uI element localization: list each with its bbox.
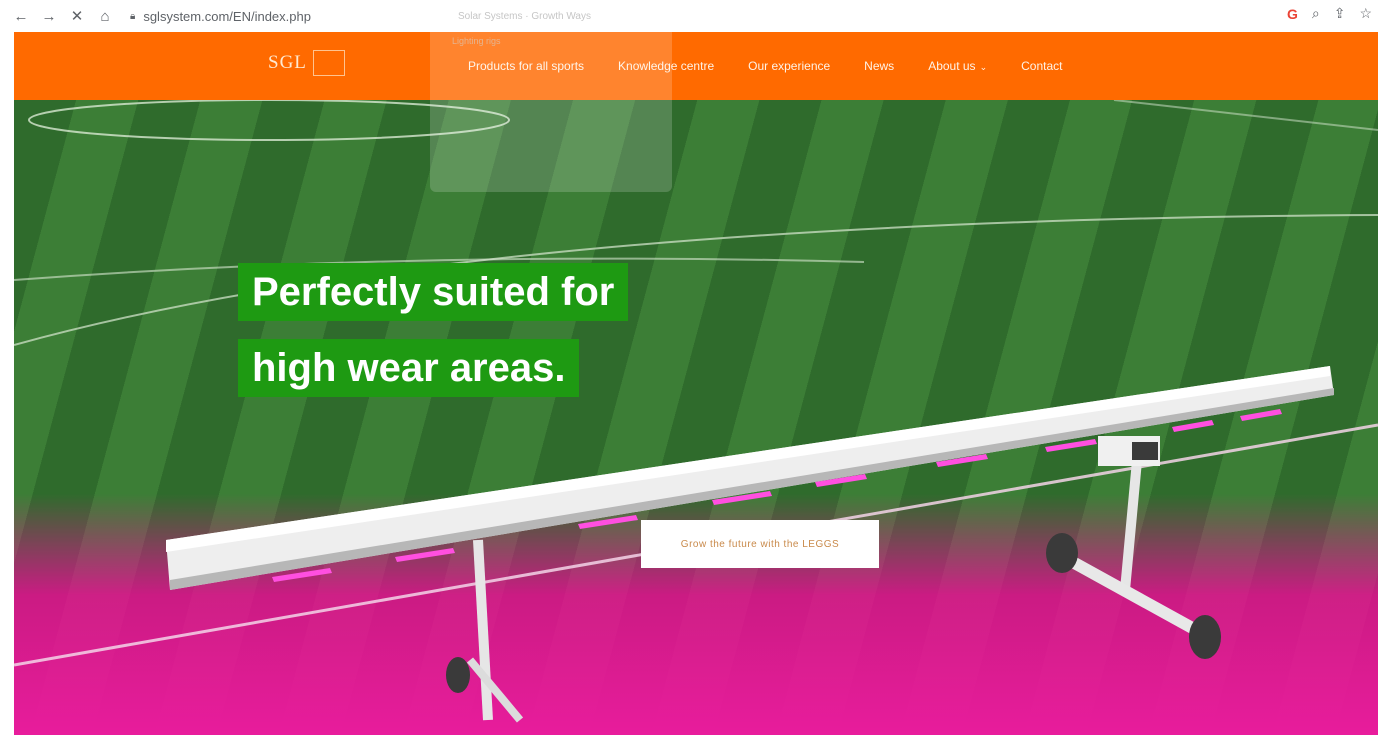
- grow-future-cta-button[interactable]: Grow the future with the LEGGS: [641, 520, 879, 568]
- grow-light-rig-image: [166, 366, 1334, 723]
- hero-headline-line-2: high wear areas.: [238, 339, 580, 397]
- hero-headline-line-1: Perfectly suited for: [238, 263, 629, 321]
